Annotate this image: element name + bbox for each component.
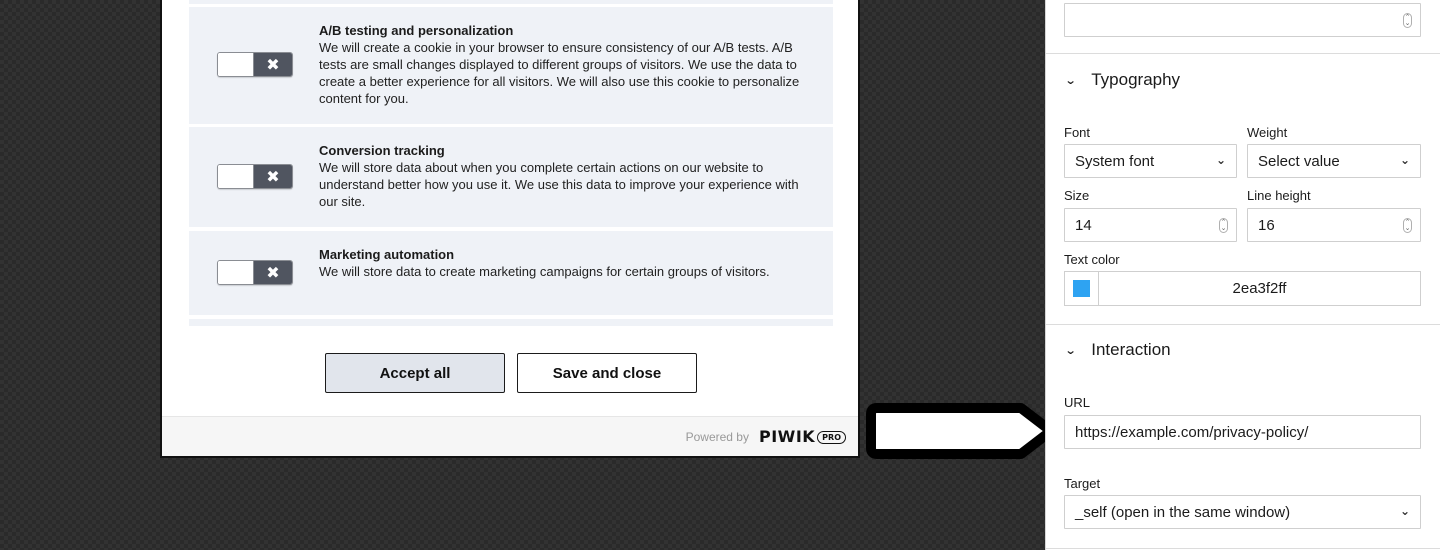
size-label: Size (1064, 188, 1090, 203)
toggle-knob (218, 261, 254, 284)
category-description: We will create a cookie in your browser … (319, 40, 800, 106)
chevron-down-icon: ⌄ (1215, 153, 1226, 167)
line-height-input[interactable]: 16 ⌃ ⌄ (1247, 208, 1421, 242)
x-icon: ✖ (254, 53, 292, 76)
category-row-partial (189, 319, 833, 326)
category-title: Conversion tracking (319, 143, 445, 158)
save-and-close-button[interactable]: Save and close (517, 353, 697, 393)
section-title: Typography (1091, 70, 1181, 89)
url-label: URL (1064, 395, 1091, 410)
piwik-pro-logo[interactable]: PIWIK PRO (759, 427, 846, 447)
divider (1046, 53, 1440, 54)
typography-section-toggle[interactable]: ⌄ Typography (1064, 70, 1181, 90)
chevron-down-icon: ⌄ (1064, 74, 1077, 87)
chevron-down-icon: ⌄ (1399, 153, 1410, 167)
pro-badge: PRO (817, 430, 846, 444)
text-color-input[interactable]: 2ea3f2ff (1099, 272, 1420, 305)
font-select[interactable]: System font ⌄ (1064, 144, 1237, 178)
x-icon: ✖ (254, 261, 292, 284)
interaction-section-toggle[interactable]: ⌄ Interaction (1064, 340, 1171, 360)
line-height-label: Line height (1247, 188, 1311, 203)
piwik-logo-text: PIWIK (758, 426, 816, 446)
modal-footer: Powered by PIWIK PRO (162, 416, 858, 456)
category-title: A/B testing and personalization (319, 23, 514, 38)
size-input[interactable]: 14 ⌃ ⌄ (1064, 208, 1237, 242)
target-select[interactable]: _self (open in the same window) ⌄ (1064, 495, 1421, 529)
font-label: Font (1064, 125, 1091, 140)
target-label: Target (1064, 476, 1101, 491)
section-title: Interaction (1091, 340, 1171, 359)
consent-categories-list[interactable]: ✖ A/B testing and personalization We wil… (189, 0, 833, 326)
arrow-right-icon (866, 403, 1056, 459)
weight-select[interactable]: Select value ⌄ (1247, 144, 1421, 178)
color-swatch (1073, 280, 1090, 297)
ab-testing-toggle[interactable]: ✖ (217, 52, 293, 77)
conversion-tracking-toggle[interactable]: ✖ (217, 164, 293, 189)
powered-by-label: Powered by (685, 429, 749, 444)
url-input[interactable]: https://example.com/privacy-policy/ (1064, 415, 1421, 449)
color-picker-button[interactable] (1065, 272, 1099, 305)
stepper-icon[interactable]: ⌃ ⌄ (1219, 218, 1228, 233)
category-title: Marketing automation (319, 247, 455, 262)
consent-settings-modal: ✖ A/B testing and personalization We wil… (160, 0, 860, 458)
category-row-ab-testing: ✖ A/B testing and personalization We wil… (189, 7, 833, 124)
toggle-knob (218, 53, 254, 76)
accept-all-button[interactable]: Accept all (325, 353, 505, 393)
stepper-icon[interactable]: ⌃ ⌄ (1403, 13, 1412, 28)
marketing-automation-toggle[interactable]: ✖ (217, 260, 293, 285)
text-color-label: Text color (1064, 252, 1120, 267)
chevron-down-icon: ⌄ (1399, 504, 1410, 518)
divider (1046, 324, 1440, 325)
number-input-partial[interactable]: ⌃ ⌄ (1064, 3, 1421, 37)
x-icon: ✖ (254, 165, 292, 188)
toggle-knob (218, 165, 254, 188)
category-row-conversion-tracking: ✖ Conversion tracking We will store data… (189, 127, 833, 227)
stepper-icon[interactable]: ⌃ ⌄ (1403, 218, 1412, 233)
category-row-partial (189, 0, 833, 4)
category-description: We will store data about when you comple… (319, 160, 799, 209)
text-color-field: 2ea3f2ff (1064, 271, 1421, 306)
divider (1046, 548, 1440, 549)
category-row-marketing-automation: ✖ Marketing automation We will store dat… (189, 231, 833, 315)
weight-label: Weight (1247, 125, 1288, 140)
chevron-down-icon: ⌄ (1064, 344, 1077, 357)
category-description: We will store data to create marketing c… (319, 264, 770, 279)
properties-panel: ⌃ ⌄ ⌄ Typography Font Weight System font … (1045, 0, 1440, 550)
